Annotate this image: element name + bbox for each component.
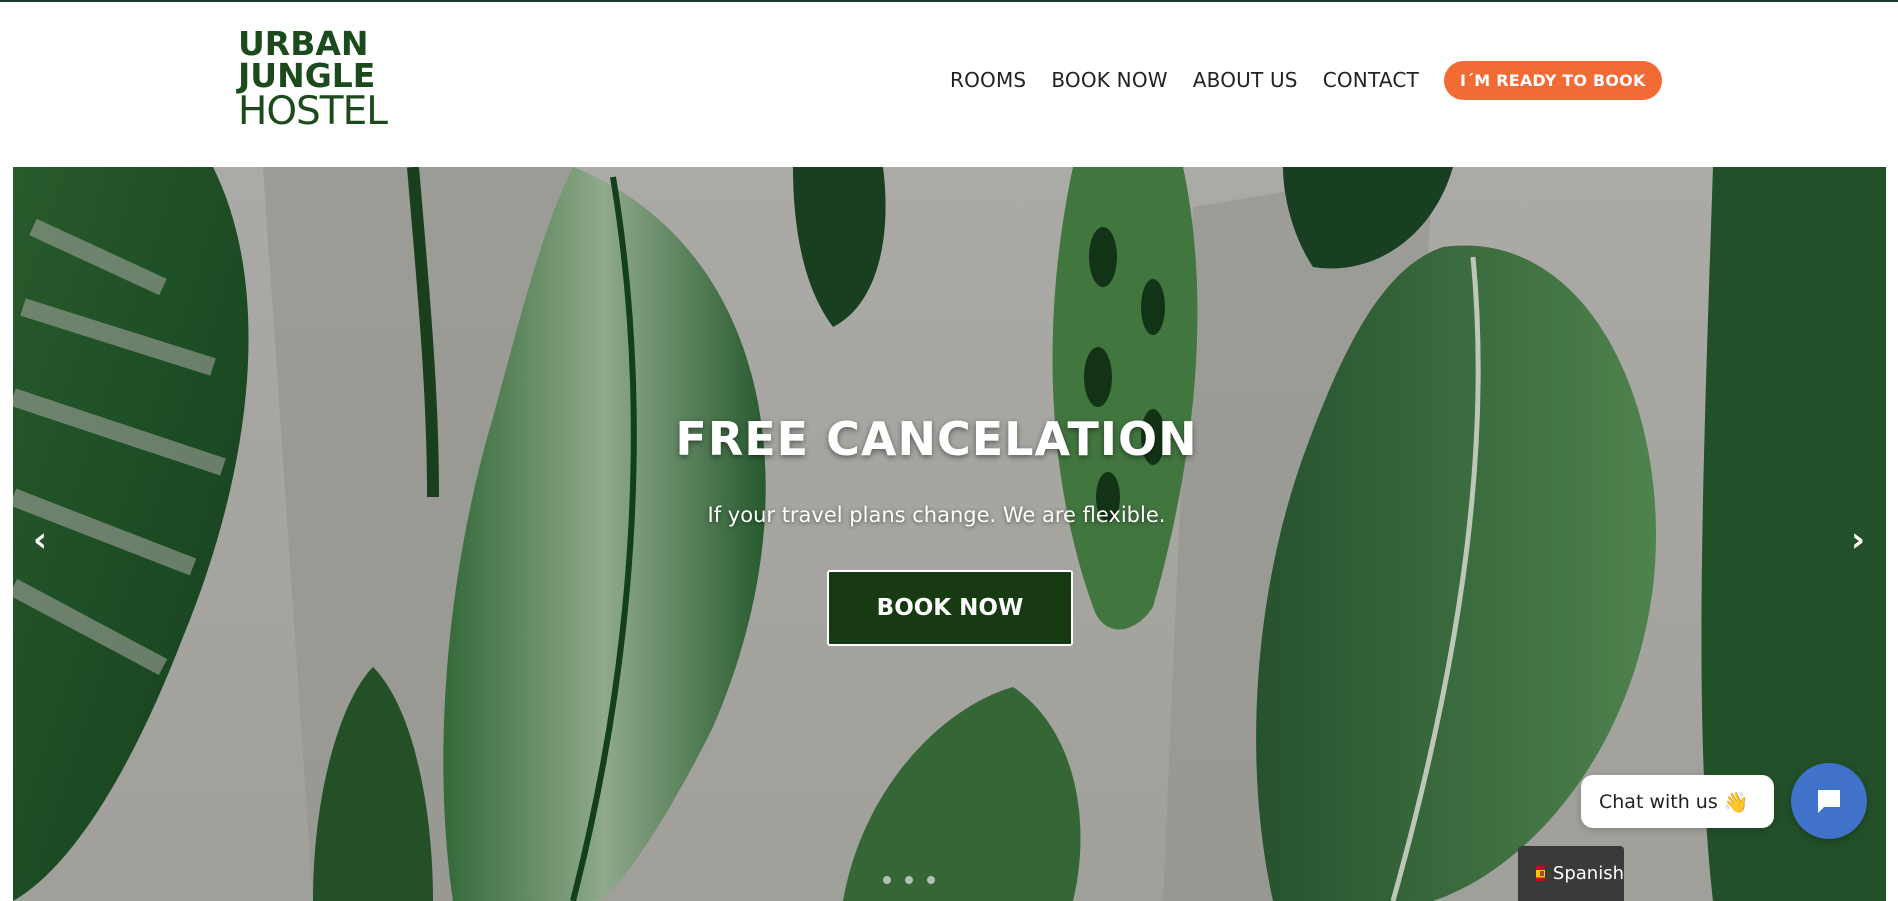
waving-hand-icon: 👋 (1723, 789, 1749, 814)
main-navigation: ROOMS BOOK NOW ABOUT US CONTACT I´M READ… (950, 60, 1687, 100)
hero-book-now-button[interactable]: BOOK NOW (827, 570, 1073, 646)
logo-line-2: JUNGLE (238, 56, 376, 95)
chat-bubble-glyph (1818, 790, 1840, 813)
chat-with-us-bubble[interactable]: Chat with us 👋 (1581, 775, 1774, 828)
slider-dot[interactable] (927, 876, 935, 884)
slider-dot[interactable] (883, 876, 891, 884)
ready-to-book-button[interactable]: I´M READY TO BOOK (1443, 60, 1662, 100)
language-label: Spanish (1552, 863, 1624, 884)
nav-link-rooms[interactable]: ROOMS (950, 68, 1026, 92)
site-header: URBAN JUNGLE HOSTEL ROOMS BOOK NOW ABOUT… (0, 2, 1898, 167)
hero-title: FREE CANCELATION (675, 412, 1198, 466)
language-switcher[interactable]: Spanish (1518, 846, 1624, 901)
hero-book-now-label: BOOK NOW (876, 595, 1024, 621)
spain-flag-icon (1536, 866, 1545, 881)
nav-link-book-now[interactable]: BOOK NOW (1051, 68, 1167, 92)
chat-label: Chat with us (1599, 790, 1718, 813)
logo-line-3: HOSTEL (238, 89, 388, 134)
urban-jungle-hostel-logo[interactable]: URBAN JUNGLE HOSTEL (238, 27, 388, 134)
nav-link-about-us[interactable]: ABOUT US (1193, 68, 1298, 92)
chat-icon[interactable] (1791, 763, 1867, 839)
nav-link-contact[interactable]: CONTACT (1323, 68, 1419, 92)
slider-dot[interactable] (905, 876, 913, 884)
slider-pagination (883, 876, 935, 884)
hero-subtitle: If your travel plans change. We are flex… (707, 503, 1166, 527)
